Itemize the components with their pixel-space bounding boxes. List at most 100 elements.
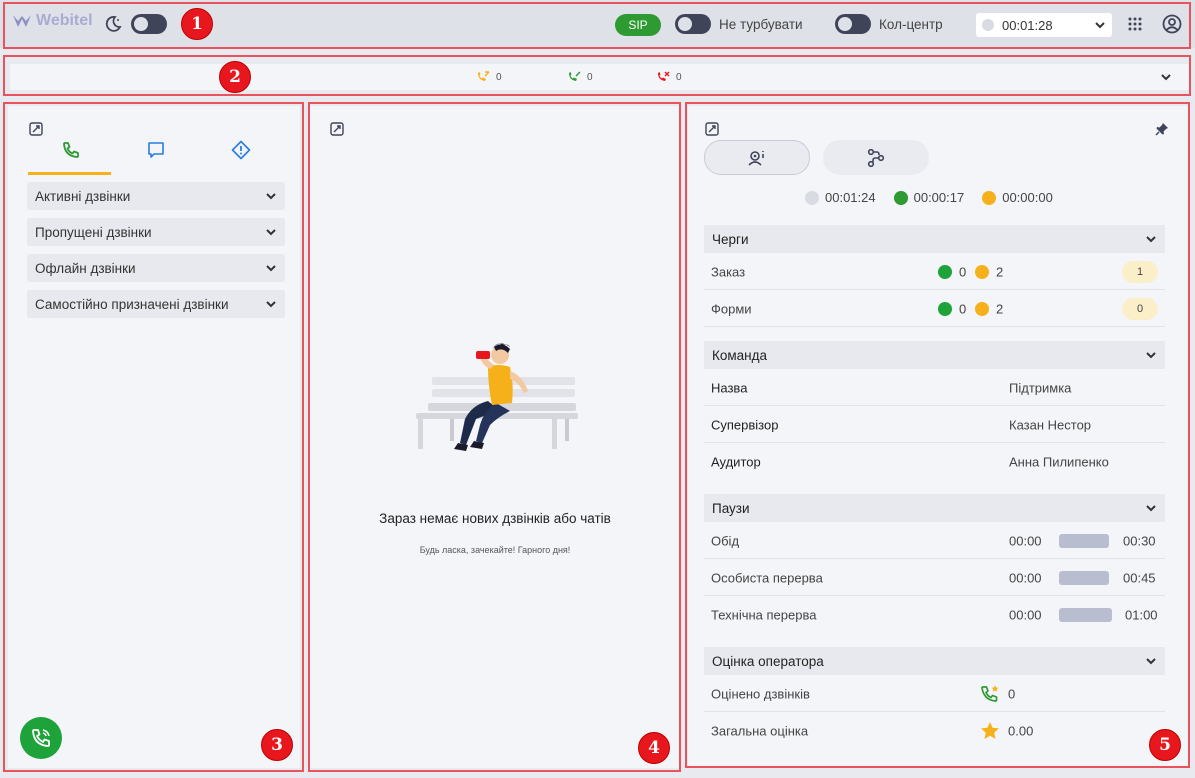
- incoming-stat: 0: [476, 71, 502, 83]
- answered-stat: 0: [567, 71, 593, 83]
- chevron-down-icon: [1146, 505, 1156, 512]
- active-tab-indicator: [28, 172, 111, 175]
- team-value: Казан Нестор: [1009, 417, 1092, 432]
- agent-timers: 00:01:24 00:00:17 00:00:00: [805, 190, 1053, 205]
- timer-value: 00:00:17: [913, 190, 965, 205]
- timer-pause: 00:00:00: [982, 190, 1053, 205]
- queue-row[interactable]: Заказ 0 2 1: [704, 254, 1165, 290]
- section-pauses[interactable]: Паузи: [704, 494, 1165, 522]
- rating-row: Загальна оцінка 0.00: [704, 713, 1165, 749]
- tab-calls[interactable]: [28, 140, 113, 175]
- timer-dot: [982, 190, 997, 205]
- section-label: Активні дзвінки: [35, 188, 131, 204]
- pause-start: 00:00: [1009, 533, 1042, 548]
- team-label: Супервізор: [711, 417, 779, 432]
- status-select[interactable]: 00:01:28: [976, 13, 1112, 37]
- callcenter-toggle[interactable]: [835, 14, 871, 34]
- team-label: Назва: [711, 380, 748, 395]
- expand-icon[interactable]: [330, 122, 344, 136]
- empty-state-title: Зараз немає нових дзвінків або чатів: [379, 511, 611, 526]
- chevron-down-icon: [266, 301, 276, 308]
- section-label: Самостійно призначені дзвінки: [35, 296, 229, 312]
- timer-idle: 00:01:24: [805, 190, 876, 205]
- chevron-down-icon[interactable]: [1160, 71, 1172, 83]
- timer-value: 00:01:24: [825, 190, 876, 205]
- chat-icon: [148, 142, 164, 158]
- tab-chats[interactable]: [113, 140, 198, 175]
- agent-info-icon: [748, 150, 764, 166]
- section-missed-calls[interactable]: Пропущені дзвінки: [27, 218, 285, 246]
- timer-dot: [805, 190, 819, 205]
- team-value: Підтримка: [1009, 380, 1072, 395]
- team-value: Анна Пилипенко: [1009, 454, 1109, 470]
- expand-icon[interactable]: [705, 122, 719, 136]
- rated-calls-icon: [981, 684, 999, 702]
- pause-row[interactable]: Обід 00:00 00:30: [704, 523, 1165, 559]
- sip-badge[interactable]: SIP: [615, 14, 661, 36]
- timer-online: 00:00:17: [893, 190, 965, 205]
- empty-state-subtitle: Будь ласка, зачекайте! Гарного дня!: [419, 545, 571, 555]
- missed-call-icon: [658, 71, 670, 81]
- answered-call-icon: [569, 71, 581, 81]
- apps-grid-icon[interactable]: [1128, 17, 1142, 34]
- annotation-marker: 5: [1149, 729, 1181, 761]
- pause-end: 01:00: [1125, 607, 1158, 623]
- annotation-marker: 1: [181, 8, 213, 40]
- queue-yellow-count: 2: [996, 301, 1004, 316]
- pause-row[interactable]: Особиста перерва 00:00 00:45: [704, 560, 1165, 596]
- annotation-marker: 3: [261, 729, 293, 761]
- new-call-button[interactable]: [20, 717, 62, 759]
- rating-label: Оцінено дзвінків: [711, 686, 810, 701]
- section-queues[interactable]: Черги: [704, 225, 1165, 253]
- moon-icon: [104, 15, 122, 36]
- pin-icon[interactable]: [1155, 122, 1169, 136]
- section-offline-calls[interactable]: Офлайн дзвінки: [27, 254, 285, 282]
- pause-start: 00:00: [1009, 607, 1042, 623]
- rating-row: Оцінено дзвінків 0: [704, 676, 1165, 712]
- pause-end: 00:45: [1123, 570, 1156, 585]
- dnd-toggle[interactable]: [675, 14, 711, 34]
- warning-icon: [232, 140, 251, 160]
- queue-yellow-count: 2: [996, 264, 1004, 279]
- queue-green-count: 0: [959, 264, 967, 279]
- queue-name: Заказ: [711, 264, 746, 279]
- phone-call-icon: [32, 729, 50, 747]
- agent-info-button[interactable]: [704, 140, 810, 175]
- pause-name: Обід: [711, 533, 740, 548]
- expand-icon[interactable]: [29, 122, 43, 136]
- section-active-calls[interactable]: Активні дзвінки: [27, 182, 285, 210]
- status-dot: [982, 19, 994, 31]
- chevron-down-icon: [1146, 352, 1156, 359]
- section-title: Оцінка оператора: [712, 653, 824, 669]
- green-dot: [938, 264, 952, 279]
- theme-toggle[interactable]: [131, 14, 167, 34]
- star-icon: [981, 722, 999, 739]
- empty-state-illustration: [416, 343, 578, 451]
- user-profile-icon[interactable]: [1162, 14, 1182, 37]
- chevron-down-icon: [266, 229, 276, 236]
- section-self-assigned-calls[interactable]: Самостійно призначені дзвінки: [27, 290, 285, 318]
- green-dot: [938, 301, 952, 316]
- tab-alerts[interactable]: [199, 140, 284, 175]
- rating-value: 0: [1008, 686, 1016, 701]
- left-tabs: [28, 140, 284, 175]
- queue-row[interactable]: Форми 0 2 0: [704, 291, 1165, 327]
- section-team[interactable]: Команда: [704, 341, 1165, 369]
- top-bar: Webitel SIP Не турбувати Кол-центр 00:01…: [0, 0, 1195, 48]
- queue-badge: 1: [1122, 260, 1158, 283]
- pause-name: Особиста перерва: [711, 570, 823, 585]
- missed-stat: 0: [656, 71, 682, 83]
- timer-value: 00:00:00: [1002, 190, 1053, 205]
- pause-row[interactable]: Технічна перерва 00:00 01:00: [704, 597, 1165, 633]
- section-title: Черги: [712, 231, 749, 247]
- pause-end: 00:30: [1123, 533, 1156, 548]
- section-operator-rating[interactable]: Оцінка оператора: [704, 647, 1165, 675]
- pause-progress-bar: [1059, 608, 1112, 622]
- section-label: Офлайн дзвінки: [35, 260, 136, 276]
- webitel-logo-icon: [13, 15, 31, 27]
- incoming-count: 0: [496, 71, 502, 83]
- routing-button[interactable]: [823, 140, 929, 175]
- yellow-dot: [975, 301, 989, 316]
- answered-count: 0: [587, 71, 593, 83]
- chevron-down-icon: [1095, 22, 1105, 29]
